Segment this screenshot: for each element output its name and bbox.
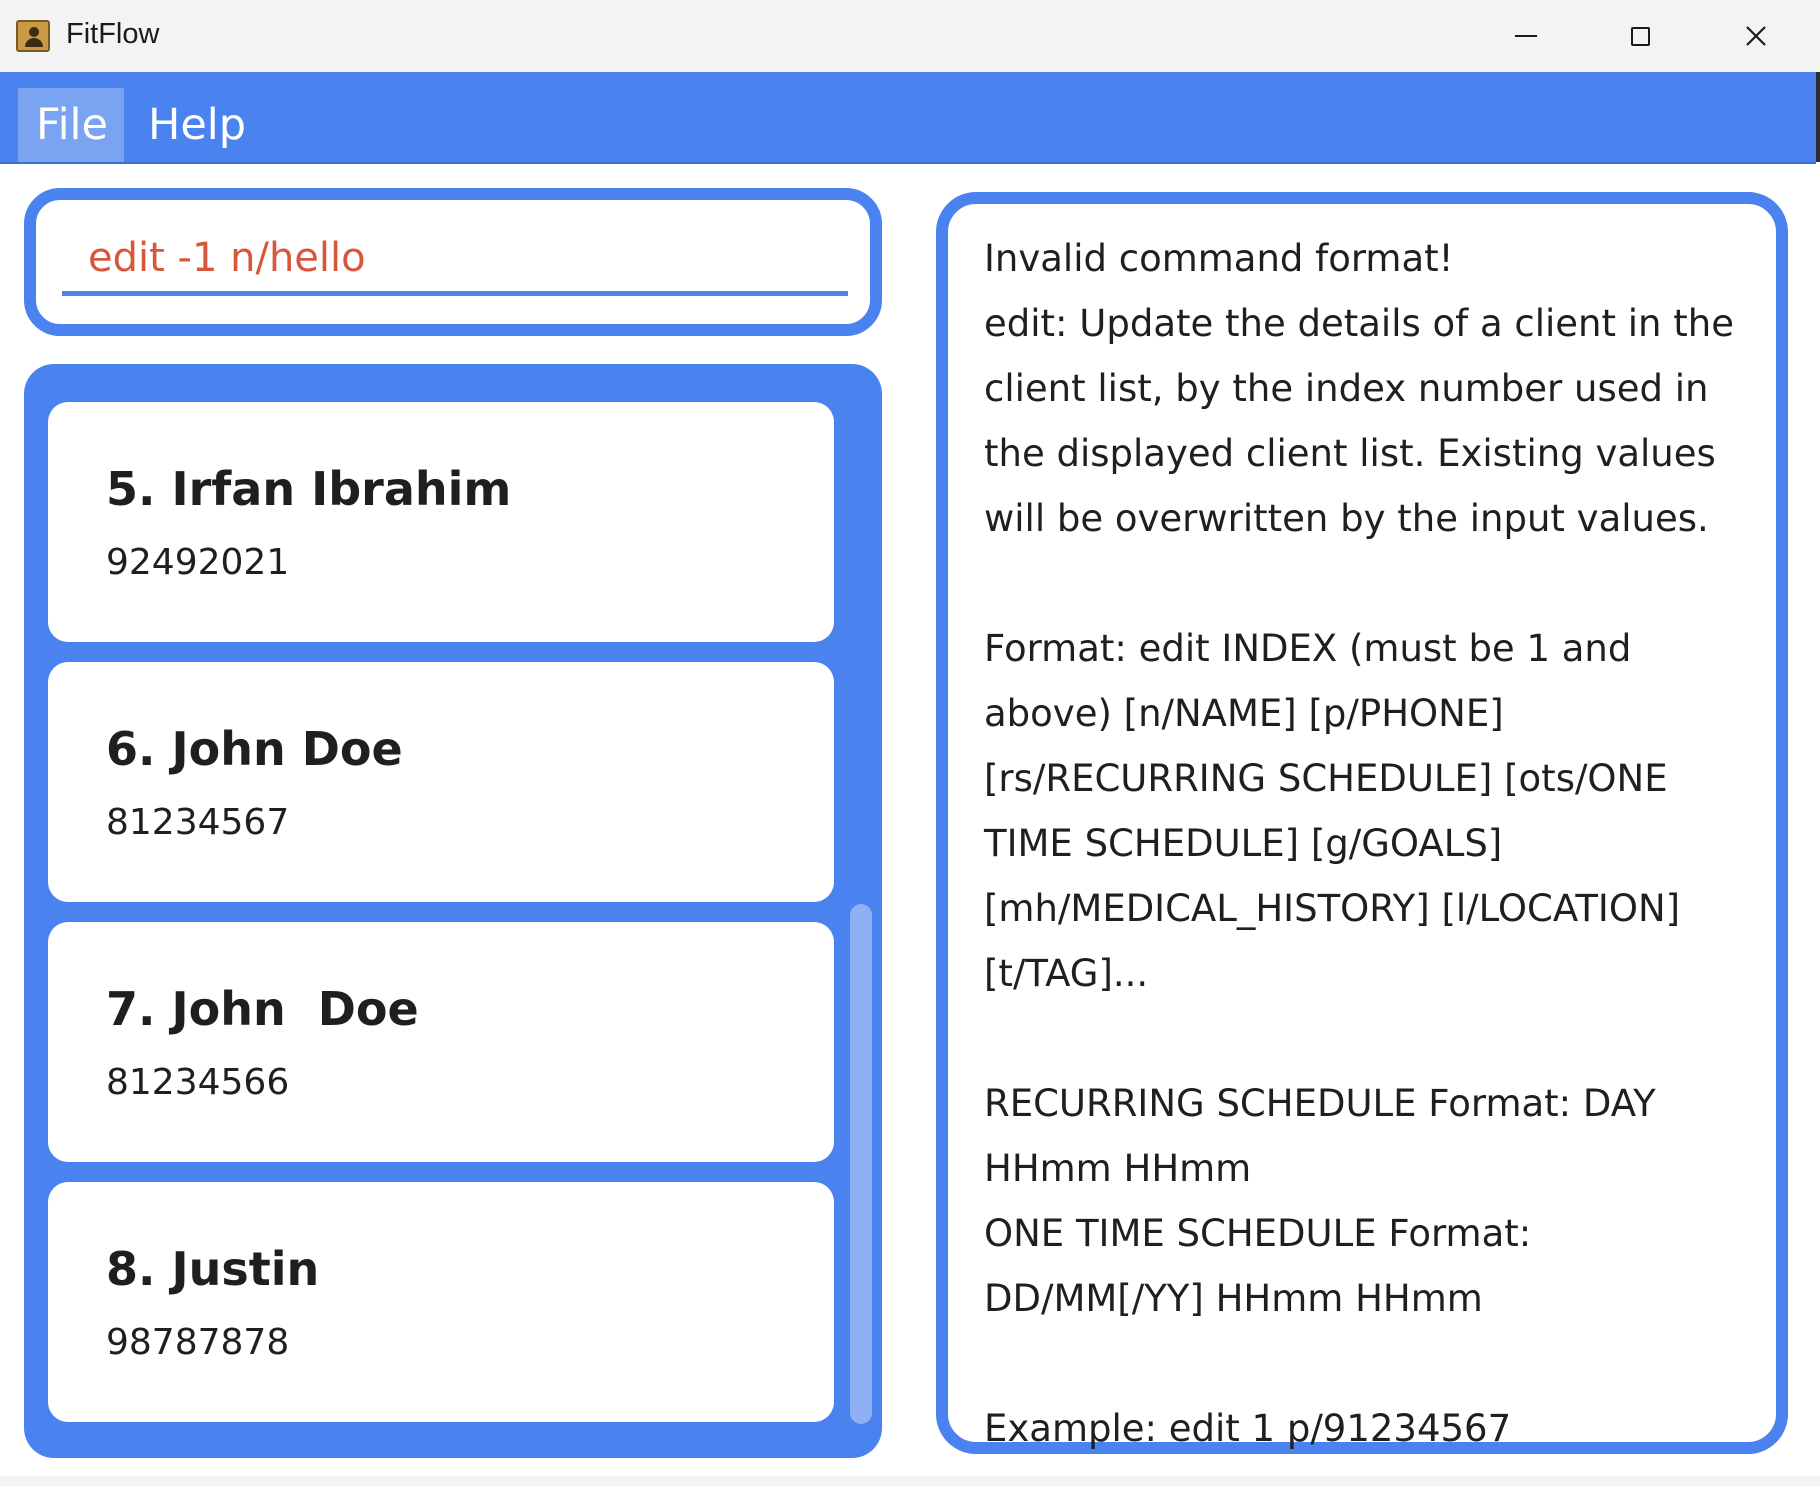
client-card[interactable]: 8. Justin 98787878 [48,1182,834,1422]
menu-bar: File Help [0,72,1816,164]
result-display[interactable]: Invalid command format! edit: Update the… [936,192,1788,1454]
app-window: FitFlow File Help 5. Irfan Ibrahim 92492… [0,0,1820,1486]
result-message: Invalid command format! edit: Update the… [984,237,1734,1450]
client-phone: 98787878 [106,1322,290,1363]
client-list-panel[interactable]: 5. Irfan Ibrahim 92492021 6. John Doe 81… [24,364,882,1458]
client-card[interactable]: 6. John Doe 81234567 [48,662,834,902]
app-icon [16,20,50,52]
maximize-icon [1630,26,1650,46]
client-phone: 81234566 [106,1062,290,1103]
client-card[interactable]: 7. John Doe 81234566 [48,922,834,1162]
client-phone: 92492021 [106,542,290,583]
client-phone: 81234567 [106,802,290,843]
window-edge [1816,72,1820,162]
minimize-button[interactable] [1486,12,1566,60]
client-name: 5. Irfan Ibrahim [106,462,512,516]
minimize-icon [1515,35,1537,37]
title-bar[interactable]: FitFlow [0,0,1820,73]
menu-help[interactable]: Help [128,88,266,162]
client-name: 8. Justin [106,1242,320,1296]
menu-file[interactable]: File [18,88,124,162]
window-title: FitFlow [66,18,160,50]
client-name: 6. John Doe [106,722,403,776]
command-input[interactable] [62,224,848,296]
status-bar [0,1476,1820,1486]
maximize-button[interactable] [1600,12,1680,60]
client-card[interactable]: 5. Irfan Ibrahim 92492021 [48,402,834,642]
client-list-scrollbar[interactable] [850,904,872,1424]
client-name: 7. John Doe [106,982,419,1036]
command-box [24,188,882,336]
close-button[interactable] [1716,12,1796,60]
close-icon [1746,26,1766,46]
